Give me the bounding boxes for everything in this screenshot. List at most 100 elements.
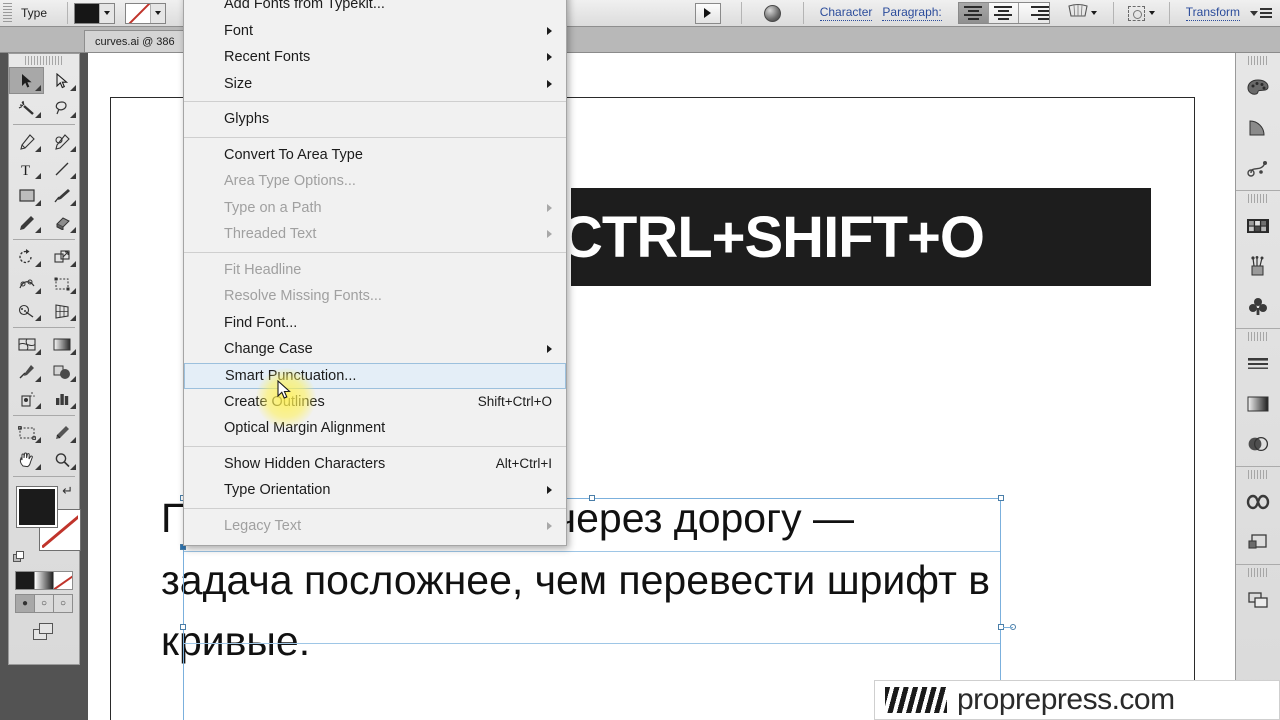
brushes-panel-icon[interactable] — [1236, 246, 1280, 286]
menu-item-create-outlines[interactable]: Create Outlines Shift+Ctrl+O — [184, 389, 566, 416]
dock-grip-5[interactable] — [1248, 568, 1268, 577]
hand-tool[interactable] — [9, 446, 44, 473]
envelope-distort-icon[interactable] — [1068, 3, 1088, 23]
fill-swatch-large[interactable] — [16, 486, 58, 528]
appearance-panel-icon[interactable] — [1236, 148, 1280, 188]
fill-stroke-control: ↵ — [9, 483, 81, 567]
eyedropper-tool[interactable] — [9, 358, 44, 385]
stroke-panel-icon[interactable] — [1236, 344, 1280, 384]
full-screen-button[interactable]: ○ — [54, 595, 72, 612]
rotate-tool[interactable] — [9, 243, 44, 270]
mesh-tool[interactable] — [9, 331, 44, 358]
direct-selection-tool[interactable] — [44, 67, 79, 94]
blend-tool[interactable] — [44, 358, 79, 385]
default-fill-stroke-icon[interactable] — [13, 551, 25, 563]
select-similar-icon[interactable] — [1127, 5, 1145, 21]
gradient-tool[interactable] — [44, 331, 79, 358]
dock-grip-2[interactable] — [1248, 194, 1268, 203]
symbol-sprayer-tool[interactable] — [9, 385, 44, 412]
document-tab[interactable]: curves.ai @ 386 — [84, 30, 186, 52]
panel-menu-caret-icon — [1250, 10, 1258, 16]
menu-item-optical-margin-alignment[interactable]: Optical Margin Alignment — [184, 415, 566, 442]
perspective-grid-tool[interactable] — [44, 297, 79, 324]
libraries-panel-icon[interactable] — [1236, 482, 1280, 522]
shortcut-banner: CTRL+SHIFT+O — [561, 188, 1151, 286]
menu-item-type-orientation[interactable]: Type Orientation — [184, 477, 566, 504]
paragraph-panel-link[interactable]: Paragraph: — [882, 5, 942, 21]
transparency-panel-icon[interactable] — [1236, 424, 1280, 464]
pencil-tool[interactable] — [9, 209, 44, 236]
fill-color-picker[interactable] — [74, 2, 116, 24]
free-transform-tool[interactable] — [44, 270, 79, 297]
control-bar-panel-menu[interactable] — [1250, 8, 1272, 18]
magic-wand-tool[interactable] — [9, 94, 44, 121]
line-segment-tool[interactable] — [44, 155, 79, 182]
color-guide-panel-icon[interactable] — [1236, 108, 1280, 148]
stroke-dropdown-arrow[interactable] — [150, 3, 166, 23]
menu-item-find-font[interactable]: Find Font... — [184, 310, 566, 337]
stroke-options-button[interactable] — [694, 2, 721, 24]
scale-tool[interactable] — [44, 243, 79, 270]
menu-item-glyphs[interactable]: Glyphs — [184, 106, 566, 133]
menu-item-convert-to-area-type[interactable]: Convert To Area Type — [184, 142, 566, 169]
menu-item-recent-fonts[interactable]: Recent Fonts — [184, 44, 566, 71]
menu-item-label: Type on a Path — [224, 199, 322, 216]
paintbrush-tool[interactable] — [44, 182, 79, 209]
curvature-tool[interactable] — [44, 128, 79, 155]
links-panel-icon[interactable] — [1236, 522, 1280, 562]
align-right-button[interactable] — [1018, 3, 1049, 23]
fill-dropdown-arrow[interactable] — [99, 3, 115, 23]
transform-panel-link[interactable]: Transform — [1185, 5, 1240, 21]
dock-grip-3[interactable] — [1248, 332, 1268, 341]
panel-dock — [1235, 53, 1280, 720]
none-mode-button[interactable] — [54, 572, 72, 589]
dock-grip-4[interactable] — [1248, 470, 1268, 479]
envelope-dropdown-caret[interactable] — [1090, 11, 1097, 15]
color-mode-button[interactable] — [16, 572, 35, 589]
change-screen-mode-icon[interactable] — [33, 623, 55, 641]
normal-screen-mode-button[interactable]: ● — [16, 595, 35, 612]
width-tool[interactable] — [9, 270, 44, 297]
eraser-tool[interactable] — [44, 209, 79, 236]
dock-grip-1[interactable] — [1248, 56, 1268, 65]
gradient-panel-icon[interactable] — [1236, 384, 1280, 424]
menu-item-label: Recent Fonts — [224, 49, 311, 66]
lasso-tool[interactable] — [44, 94, 79, 121]
menu-item-smart-punctuation[interactable]: Smart Punctuation... — [184, 362, 566, 389]
full-screen-menubar-button[interactable]: ○ — [35, 595, 54, 612]
toolbox-group-nav — [9, 419, 79, 473]
menu-item-label: Change Case — [224, 341, 313, 358]
color-panel-icon[interactable] — [1236, 68, 1280, 108]
menu-item-font[interactable]: Font — [184, 18, 566, 45]
stroke-swatch-none-icon[interactable] — [126, 3, 151, 23]
artboard-tool[interactable] — [9, 419, 44, 446]
menu-item-change-case[interactable]: Change Case — [184, 336, 566, 363]
stroke-color-picker[interactable] — [125, 2, 167, 24]
character-panel-link[interactable]: Character — [819, 5, 873, 21]
swatches-panel-icon[interactable] — [1236, 206, 1280, 246]
zoom-tool[interactable] — [44, 446, 79, 473]
layers-panel-icon[interactable] — [1236, 580, 1280, 620]
type-tool[interactable]: T — [9, 155, 44, 182]
gradient-mode-button[interactable] — [35, 572, 54, 589]
control-bar-grip[interactable] — [3, 3, 12, 23]
fill-swatch[interactable] — [75, 3, 100, 23]
shape-builder-tool[interactable] — [9, 297, 44, 324]
menu-item-size[interactable]: Size — [184, 71, 566, 98]
slice-tool[interactable] — [44, 419, 79, 446]
opacity-globe-icon[interactable] — [763, 4, 781, 22]
align-left-button[interactable] — [958, 3, 989, 23]
rectangle-tool[interactable] — [9, 182, 44, 209]
symbols-panel-icon[interactable] — [1236, 286, 1280, 326]
pen-tool[interactable] — [9, 128, 44, 155]
menu-item-show-hidden-characters[interactable]: Show Hidden Characters Alt+Ctrl+I — [184, 451, 566, 478]
swap-fill-stroke-icon[interactable]: ↵ — [62, 483, 73, 499]
select-similar-caret[interactable] — [1148, 11, 1155, 15]
column-graph-tool[interactable] — [44, 385, 79, 412]
align-center-button[interactable] — [988, 3, 1019, 23]
toolbox-grip[interactable] — [25, 56, 63, 65]
play-triangle-icon — [704, 8, 712, 18]
type-menu-dropdown[interactable]: Add Fonts from Typekit... Font Recent Font… — [183, 0, 567, 546]
menu-item-add-fonts-from-typekit[interactable]: Add Fonts from Typekit... — [184, 0, 566, 18]
selection-tool[interactable] — [9, 67, 44, 94]
